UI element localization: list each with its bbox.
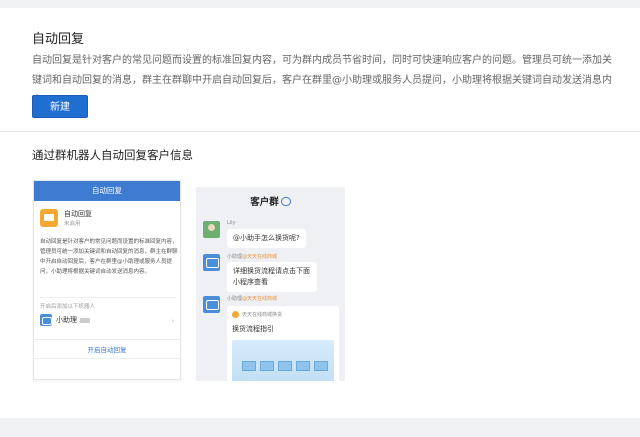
sender-tag: @天天在线商城 (242, 254, 278, 260)
sender-tag: @天天在线商城 (242, 296, 278, 302)
preview-bot-name: 小助理 (56, 316, 77, 324)
preview-app-row: 自动回复 未启用 (40, 209, 92, 227)
user-avatar (203, 221, 220, 238)
mini-program-card: 天天在线商城换货 换货流程指引 (227, 306, 339, 381)
card-source-row: 天天在线商城换货 (232, 311, 334, 318)
preview-enable-button: 开启自动回复 (34, 339, 180, 359)
chat-title: 客户群 (196, 194, 345, 208)
preview-phone-chat: 客户群 Lily @小助手怎么换货呢? 小助理@天天在线商城 详细换货流程请点击… (196, 187, 345, 381)
preview-bot-row: 小助理 › (40, 312, 176, 328)
auto-reply-app-icon (40, 209, 58, 227)
new-button[interactable]: 新建 (32, 95, 88, 118)
page-description: 自动回复是针对客户的常见问题而设置的标准回复内容，可为群内成员节省时间，同时可快… (32, 55, 612, 106)
section-subtitle: 通过群机器人自动回复客户信息 (32, 148, 193, 162)
illustration-block (296, 361, 310, 371)
divider (0, 131, 640, 132)
bot-avatar (203, 254, 220, 271)
preview-app-name: 自动回复 (64, 210, 92, 218)
mini-program-icon (232, 311, 239, 318)
message-sender: Lily (227, 220, 236, 226)
preview-app-state: 未启用 (64, 221, 81, 227)
card-source: 天天在线商城换货 (242, 312, 283, 318)
bot-tag-badge (80, 317, 90, 323)
sender-name: 小助理 (227, 296, 243, 302)
message-bubble: 详细换货流程请点击下面小程序查看 (227, 262, 317, 292)
preview-section-label: 开启后添加以下机器人 (40, 304, 96, 310)
page-title: 自动回复 (32, 32, 85, 47)
bottom-bar (0, 418, 640, 437)
chat-bubble-icon (280, 197, 291, 206)
sender-name: 小助理 (227, 254, 243, 260)
card-illustration (232, 340, 334, 381)
illustration-block (278, 361, 292, 371)
preview-divider (40, 297, 176, 298)
illustration-block (242, 361, 256, 371)
illustration-block (260, 361, 274, 371)
message-sender: 小助理@天天在线商城 (227, 253, 277, 260)
chevron-right-icon: › (171, 317, 174, 325)
chat-title-text: 客户群 (250, 197, 279, 208)
message-bubble: @小助手怎么换货呢? (227, 229, 306, 248)
card-title: 换货流程指引 (232, 325, 274, 333)
preview-phone-settings: 自动回复 自动回复 未启用 自动回复是针对客户的常见问题而设置的标准回复内容，管… (33, 180, 181, 380)
message-sender: 小助理@天天在线商城 (227, 295, 277, 302)
bot-avatar-icon (40, 314, 52, 326)
illustration-block (314, 361, 328, 371)
bot-avatar (203, 296, 220, 313)
preview-description: 自动回复是针对客户的常见问题而设置的标准回复内容，管理员可统一添加关键词和自动回… (40, 239, 178, 275)
page-container: 自动回复 自动回复是针对客户的常见问题而设置的标准回复内容，可为群内成员节省时间… (0, 8, 640, 418)
preview-header: 自动回复 (34, 181, 180, 201)
